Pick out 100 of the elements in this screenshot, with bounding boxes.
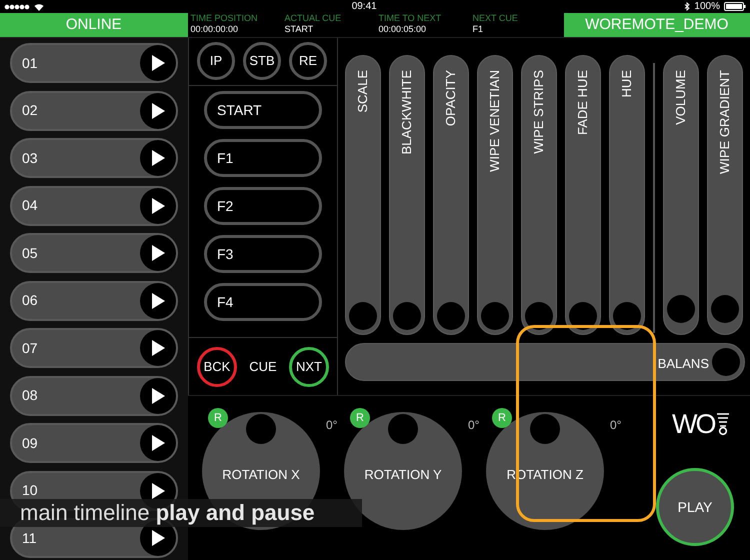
slider-label: WIPE GRADIENT xyxy=(716,70,734,174)
vertical-slider[interactable]: BLACKWHITE xyxy=(389,55,425,335)
cue-button[interactable]: F3 xyxy=(204,235,322,273)
mode-button[interactable]: IP xyxy=(197,42,235,80)
slider-label: BLACKWHITE xyxy=(398,70,416,155)
timeline-label: 11 xyxy=(22,528,37,548)
field-label: TIME POSITION xyxy=(190,13,259,24)
field-value: START xyxy=(284,24,314,34)
knob-handle[interactable] xyxy=(530,414,560,444)
play-icon xyxy=(151,340,165,356)
slider-label: WIPE VENETIAN xyxy=(486,70,504,172)
mode-button[interactable]: STB xyxy=(243,42,281,80)
timeline-label: 08 xyxy=(22,386,38,405)
play-icon xyxy=(151,530,165,546)
vertical-slider[interactable]: WIPE GRADIENT xyxy=(707,55,743,335)
vertical-slider[interactable]: WIPE STRIPS xyxy=(521,55,557,335)
signal-icon xyxy=(4,4,30,10)
slider-label: HUE xyxy=(618,70,636,98)
slider-thumb[interactable] xyxy=(613,302,641,330)
cue-label: CUE xyxy=(249,358,277,376)
timeline-label: 06 xyxy=(22,291,38,310)
timeline-row[interactable]: 06 xyxy=(10,280,178,320)
slider-thumb[interactable] xyxy=(393,302,421,330)
field-label: ACTUAL CUE xyxy=(284,13,342,24)
bluetooth-icon xyxy=(684,2,690,11)
slider-thumb[interactable] xyxy=(437,302,465,330)
play-button[interactable] xyxy=(140,330,176,366)
timeline-label: 02 xyxy=(22,101,38,120)
timeline-label: 07 xyxy=(22,338,38,358)
angle-reading: 0° xyxy=(610,417,622,434)
play-icon xyxy=(151,55,165,71)
caption-tooltip: main timeline play and pause xyxy=(0,499,362,527)
timeline-label: 05 xyxy=(22,244,38,262)
play-icon xyxy=(151,102,165,118)
cue-button[interactable]: F1 xyxy=(204,139,322,177)
vertical-slider[interactable]: VOLUME xyxy=(663,55,699,335)
slider-label: SCALE xyxy=(354,70,372,113)
knob-label: ROTATION Y xyxy=(363,466,443,484)
timeline-row[interactable]: 03 xyxy=(10,138,178,178)
battery-percent: 100% xyxy=(694,0,720,13)
play-icon xyxy=(151,245,165,261)
vertical-slider[interactable]: FADE HUE xyxy=(565,55,601,335)
vertical-slider[interactable]: SCALE xyxy=(345,55,381,335)
play-icon xyxy=(151,482,165,498)
timeline-label: 04 xyxy=(22,196,38,215)
knob-label: ROTATION X xyxy=(221,466,301,484)
back-button[interactable]: BCK xyxy=(197,346,237,386)
slider-thumb[interactable] xyxy=(667,294,695,323)
play-button[interactable] xyxy=(140,140,176,176)
play-button[interactable] xyxy=(140,45,176,81)
timeline-row[interactable]: 02 xyxy=(10,90,178,130)
timeline-label: 03 xyxy=(22,148,38,168)
status-time: 09:41 xyxy=(352,0,377,13)
cue-button[interactable]: START xyxy=(204,91,322,129)
slider-label: OPACITY xyxy=(442,70,460,126)
timeline-row[interactable]: 09 xyxy=(10,423,178,463)
play-button[interactable] xyxy=(140,235,176,271)
project-name: WOREMOTE_DEMO xyxy=(564,13,750,37)
signal-logo-icon xyxy=(716,412,730,436)
slider-label: FADE HUE xyxy=(574,70,592,136)
battery-icon xyxy=(724,2,746,11)
play-icon xyxy=(151,388,165,404)
play-icon xyxy=(151,435,165,451)
balance-slider[interactable]: BALANS xyxy=(345,343,745,381)
play-button[interactable] xyxy=(140,92,176,128)
play-button[interactable] xyxy=(140,378,176,414)
timeline-row[interactable]: 07 xyxy=(10,328,178,368)
slider-label: VOLUME xyxy=(672,70,690,125)
timeline-row[interactable]: 05 xyxy=(10,233,178,273)
timeline-row[interactable]: 01 xyxy=(10,43,178,83)
slider-thumb[interactable] xyxy=(712,348,740,376)
vertical-slider[interactable]: HUE xyxy=(609,55,645,335)
play-button[interactable] xyxy=(140,188,176,224)
field-value: F1 xyxy=(472,24,484,34)
angle-reading: 0° xyxy=(326,417,338,434)
timeline-row[interactable]: 08 xyxy=(10,376,178,416)
slider-thumb[interactable] xyxy=(711,294,739,323)
cue-button[interactable]: F2 xyxy=(204,187,322,225)
play-icon xyxy=(151,198,165,214)
cue-button[interactable]: F4 xyxy=(204,283,322,321)
angle-reading: 0° xyxy=(468,417,480,434)
play-button[interactable]: PLAY xyxy=(656,468,734,546)
next-button[interactable]: NXT xyxy=(288,346,329,386)
wifi-icon xyxy=(34,2,44,10)
connection-status: ONLINE xyxy=(0,13,188,37)
play-button[interactable] xyxy=(140,425,176,461)
slider-thumb[interactable] xyxy=(525,302,553,330)
slider-thumb[interactable] xyxy=(349,302,377,330)
slider-thumb[interactable] xyxy=(481,302,509,330)
slider-label: WIPE STRIPS xyxy=(530,70,548,154)
knob-handle[interactable] xyxy=(246,414,276,444)
play-icon xyxy=(151,150,165,166)
mode-button[interactable]: RE xyxy=(289,42,327,80)
vertical-slider[interactable]: OPACITY xyxy=(433,55,469,335)
vertical-slider[interactable]: WIPE VENETIAN xyxy=(477,55,513,335)
timeline-label: 09 xyxy=(22,434,38,452)
knob-handle[interactable] xyxy=(388,414,418,444)
timeline-row[interactable]: 04 xyxy=(10,186,178,226)
slider-label: BALANS xyxy=(658,355,709,373)
play-button[interactable] xyxy=(140,282,176,318)
